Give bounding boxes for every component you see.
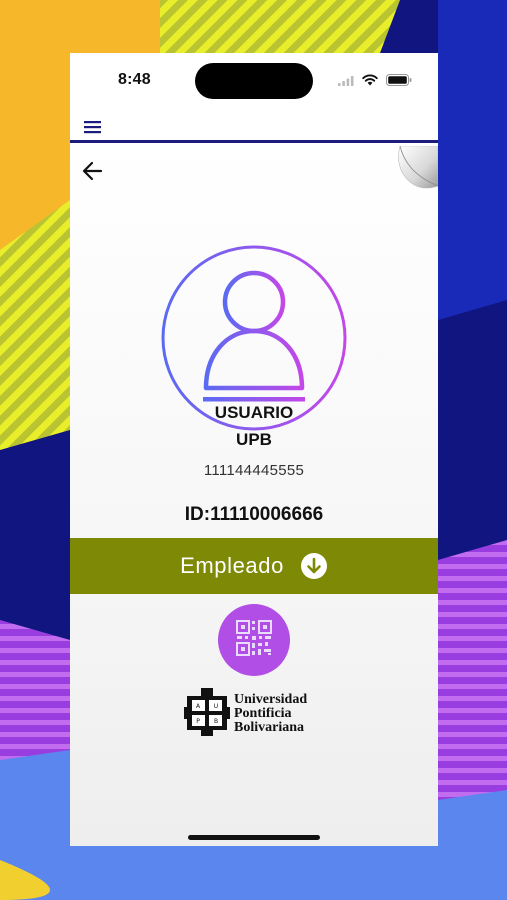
arrow-down-circle-icon: [300, 552, 328, 580]
university-name-line3: Bolivariana: [234, 720, 305, 735]
user-document-number: 111144445555: [203, 462, 305, 479]
role-toggle-button[interactable]: Empleado: [70, 538, 438, 594]
user-name-line1: USUARIO: [214, 403, 294, 422]
university-name-line2: Pontificia: [234, 706, 292, 721]
university-logo: A U P B Universidad Pontificia Bolivaria…: [184, 686, 324, 742]
university-name-line1: Universidad: [234, 692, 308, 707]
user-name-line2: UPB: [236, 430, 272, 449]
svg-text:B: B: [214, 718, 218, 725]
qr-code-button[interactable]: [218, 604, 290, 676]
user-id: ID:11110006666: [184, 504, 324, 525]
phone-screen: 8:48 USUARIO UPB 111144445555 ID:1111000…: [70, 53, 438, 846]
page-curl-icon[interactable]: [394, 145, 438, 192]
status-bar: 8:48: [70, 53, 438, 113]
qr-code-icon: [235, 619, 273, 662]
university-seal-icon: A U P B: [184, 686, 230, 743]
svg-text:U: U: [214, 703, 218, 710]
user-name: USUARIO UPB: [70, 399, 438, 453]
back-arrow-icon[interactable]: [80, 158, 106, 184]
svg-text:P: P: [196, 718, 200, 725]
top-app-bar: [70, 113, 438, 143]
wifi-icon: [362, 73, 378, 91]
menu-icon[interactable]: [83, 119, 103, 135]
status-time: 8:48: [118, 71, 151, 88]
university-name: Universidad Pontificia Bolivariana: [234, 693, 307, 735]
dynamic-island: [195, 63, 313, 99]
profile-content: USUARIO UPB 111144445555 ID:11110006666 …: [70, 145, 438, 846]
battery-icon: [386, 73, 412, 91]
home-indicator[interactable]: [188, 835, 320, 840]
status-icons: [338, 73, 412, 91]
role-label: Empleado: [180, 553, 284, 578]
signal-icon: [338, 73, 354, 91]
